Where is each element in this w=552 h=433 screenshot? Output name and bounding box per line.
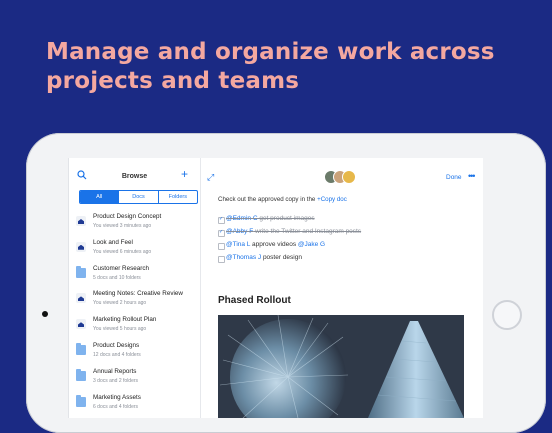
section-heading: Phased Rollout [218,295,291,306]
todo-list: @Edmin C get product images @Abby F writ… [218,215,468,267]
folder-icon [76,265,86,278]
expand-icon[interactable]: ⤢ [207,172,214,182]
segment-all[interactable]: All [80,191,119,203]
item-name: Product Design Concept [93,213,162,220]
todo-body: poster design [261,254,302,261]
more-icon[interactable]: ••• [468,171,476,181]
list-item[interactable]: Meeting Notes: Creative Review You viewe… [69,287,200,313]
todo-text: @Thomas J poster design [226,254,302,261]
intro-text: Check out the approved copy in the [218,196,318,203]
folder-icon [76,394,86,407]
list-item[interactable]: Look and Feel You viewed 6 minutes ago [69,236,200,262]
item-name: Annual Reports [93,367,137,375]
todo-item: @Abby F write the Twitter and Instagram … [218,228,468,241]
folder-icon [76,342,86,355]
camera-dot [42,311,48,317]
checkbox[interactable] [218,216,225,224]
mention[interactable]: @Abby F [226,228,253,235]
todo-body: approve videos [250,241,298,248]
list-item[interactable]: Marketing Rollout Plan You viewed 5 hour… [69,313,200,339]
list-item[interactable]: Annual Reports 3 docs and 2 folders [69,365,200,391]
document-icon [76,241,86,252]
item-subtitle: You viewed 3 minutes ago [93,223,152,229]
list-item[interactable]: Customer Research 5 docs and 10 folders [69,262,200,288]
sidebar-header: Browse + [69,158,200,186]
mention[interactable]: @Thomas J [226,254,261,261]
mention[interactable]: @Tina L [226,241,250,248]
abstract-sculpture-image [218,315,464,418]
add-icon[interactable]: + [181,167,188,181]
item-name: Customer Research [93,264,149,272]
document-icon [76,293,86,304]
filter-segmented-control: All Docs Folders [79,190,198,204]
app-screen: Browse + All Docs Folders Product Design… [68,158,483,418]
browse-list: Product Design Concept You viewed 3 minu… [69,210,200,416]
item-subtitle: You viewed 5 hours ago [93,326,147,333]
mention[interactable]: @Jake G [298,241,325,248]
todo-body: get product images [257,215,315,222]
checkbox[interactable] [218,256,225,263]
item-subtitle: You viewed 6 minutes ago [93,248,152,255]
list-item[interactable]: Marketing Assets 6 docs and 4 folders [69,391,200,417]
item-subtitle: 6 docs and 4 folders [93,403,139,410]
item-name: Marketing Assets [93,393,141,401]
item-name: Marketing Rollout Plan [93,316,157,324]
embedded-image[interactable] [218,315,464,418]
item-subtitle: You viewed 2 hours ago [93,300,147,307]
mention[interactable]: @Edmin C [226,215,258,222]
document-editor: ⤢ Done ••• Check out the approved copy i… [200,158,483,418]
todo-body: write the Twitter and Instagram posts [253,228,362,235]
item-name: Product Designs [93,341,140,349]
todo-text: @Tina L approve videos @Jake G [226,241,325,248]
document-body[interactable]: Check out the approved copy in the +Copy… [218,196,468,267]
list-item[interactable]: Product Design Concept You viewed 3 minu… [69,210,200,236]
checkbox[interactable] [218,229,225,237]
segment-folders[interactable]: Folders [157,191,197,203]
todo-item: @Edmin C get product images [218,215,468,228]
marketing-headline: Manage and organize work across projects… [46,38,516,96]
item-subtitle: 12 docs and 4 folders [93,351,141,358]
home-button [492,300,522,330]
segment-docs[interactable]: Docs [118,191,157,203]
todo-text: @Abby F write the Twitter and Instagram … [226,228,361,235]
doc-link[interactable]: +Copy doc [317,196,347,203]
item-subtitle: 3 docs and 2 folders [93,377,139,384]
avatar [342,170,356,184]
todo-item: @Thomas J poster design [218,254,468,267]
todo-item: @Tina L approve videos @Jake G [218,241,468,254]
document-icon [76,319,86,330]
todo-text: @Edmin C get product images [226,215,315,222]
item-name: Meeting Notes: Creative Review [93,290,183,298]
headline-line-1: Manage and organize work across [46,39,495,65]
browse-sidebar: Browse + All Docs Folders Product Design… [69,158,201,418]
editor-toolbar: ⤢ Done ••• [200,158,483,184]
list-item[interactable]: Product Designs 12 docs and 4 folders [69,339,200,365]
document-icon [76,216,86,226]
checkbox[interactable] [218,243,225,250]
item-name: Look and Feel [93,238,133,246]
done-button[interactable]: Done [446,174,462,181]
intro-paragraph: Check out the approved copy in the +Copy… [218,196,468,203]
folder-icon [76,368,86,381]
item-subtitle: 5 docs and 10 folders [93,274,141,281]
headline-line-2: projects and teams [46,68,300,94]
